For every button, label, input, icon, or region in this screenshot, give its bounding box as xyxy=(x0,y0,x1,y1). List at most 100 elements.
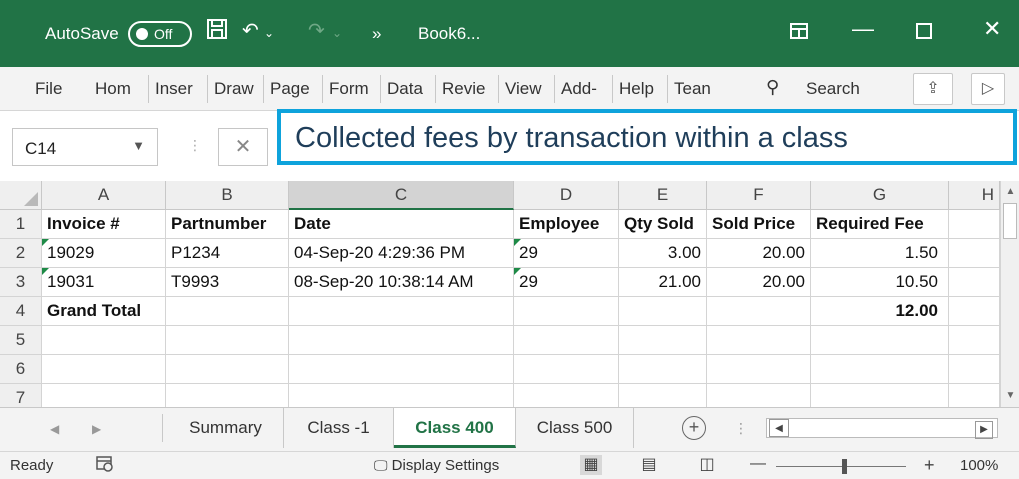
cell-b3[interactable]: T9993 xyxy=(166,268,289,297)
cell-e1[interactable]: Qty Sold xyxy=(619,210,707,239)
cell-a6[interactable] xyxy=(42,355,166,384)
comments-icon[interactable]: ▷ xyxy=(971,73,1005,105)
scroll-right-icon[interactable]: ▶ xyxy=(975,421,993,439)
column-header-b[interactable]: B xyxy=(166,181,289,210)
cell-b5[interactable] xyxy=(166,326,289,355)
ribbon-display-icon[interactable] xyxy=(790,22,808,46)
zoom-slider-thumb[interactable] xyxy=(842,459,847,474)
tab-help[interactable]: Help xyxy=(619,79,654,99)
sheet-tab-summary[interactable]: Summary xyxy=(168,408,284,448)
cell-a3[interactable]: 19031 xyxy=(42,268,166,297)
sheet-tab-class-1[interactable]: Class -1 xyxy=(284,408,394,448)
autosave-toggle[interactable]: Off xyxy=(128,21,192,47)
macro-record-icon[interactable] xyxy=(96,456,114,476)
prev-sheet-icon[interactable]: ◀ xyxy=(50,422,59,436)
cell-e5[interactable] xyxy=(619,326,707,355)
tab-view[interactable]: View xyxy=(505,79,542,99)
redo-icon[interactable]: ↷ xyxy=(308,18,325,43)
tab-split-grip-icon[interactable]: ⋮ xyxy=(734,420,748,437)
more-commands-icon[interactable]: » xyxy=(372,24,381,44)
save-icon[interactable] xyxy=(206,18,228,46)
cell-g5[interactable] xyxy=(811,326,949,355)
scroll-thumb[interactable] xyxy=(1003,203,1017,239)
chevron-down-icon[interactable]: ▼ xyxy=(132,138,145,153)
cell-e7[interactable] xyxy=(619,384,707,407)
scroll-down-icon[interactable]: ▼ xyxy=(1001,387,1019,405)
cell-e3[interactable]: 21.00 xyxy=(619,268,707,297)
cell-g6[interactable] xyxy=(811,355,949,384)
sheet-tab-class-400[interactable]: Class 400 xyxy=(394,408,516,448)
cell-d2[interactable]: 29 xyxy=(514,239,619,268)
cell-d5[interactable] xyxy=(514,326,619,355)
row-header[interactable]: 6 xyxy=(0,355,42,384)
cell-h3[interactable] xyxy=(949,268,1000,297)
column-header-h[interactable]: H xyxy=(949,181,1000,210)
cell-b1[interactable]: Partnumber xyxy=(166,210,289,239)
cell-d4[interactable] xyxy=(514,297,619,326)
cell-c2[interactable]: 04-Sep-20 4:29:36 PM xyxy=(289,239,514,268)
cell-f2[interactable]: 20.00 xyxy=(707,239,811,268)
cell-c3[interactable]: 08-Sep-20 10:38:14 AM xyxy=(289,268,514,297)
column-header-g[interactable]: G xyxy=(811,181,949,210)
vertical-scrollbar[interactable]: ▲ ▼ xyxy=(1000,181,1019,407)
column-header-d[interactable]: D xyxy=(514,181,619,210)
zoom-slider-track[interactable] xyxy=(776,466,906,467)
cell-g4[interactable]: 12.00 xyxy=(811,297,949,326)
cell-g1[interactable]: Required Fee xyxy=(811,210,949,239)
cell-e2[interactable]: 3.00 xyxy=(619,239,707,268)
zoom-in-icon[interactable]: + xyxy=(924,455,935,476)
page-break-view-icon[interactable]: ◫ xyxy=(696,455,718,475)
column-header-f[interactable]: F xyxy=(707,181,811,210)
display-settings-button[interactable]: 🖵 Display Settings xyxy=(374,457,499,474)
tab-home[interactable]: Hom xyxy=(95,79,131,99)
tab-add-ins[interactable]: Add- xyxy=(561,79,597,99)
tab-file[interactable]: File xyxy=(35,79,62,99)
maximize-icon[interactable] xyxy=(915,20,933,46)
cell-c6[interactable] xyxy=(289,355,514,384)
horizontal-scrollbar[interactable]: ◀ xyxy=(766,418,998,438)
close-icon[interactable]: ✕ xyxy=(983,16,1001,42)
zoom-level[interactable]: 100% xyxy=(960,457,998,474)
cell-h2[interactable] xyxy=(949,239,1000,268)
column-header-c[interactable]: C xyxy=(289,181,514,210)
cell-e6[interactable] xyxy=(619,355,707,384)
cell-h7[interactable] xyxy=(949,384,1000,407)
row-header[interactable]: 4 xyxy=(0,297,42,326)
row-header[interactable]: 1 xyxy=(0,210,42,239)
cell-a5[interactable] xyxy=(42,326,166,355)
row-header[interactable]: 2 xyxy=(0,239,42,268)
cell-a4[interactable]: Grand Total xyxy=(42,297,166,326)
zoom-out-icon[interactable]: — xyxy=(750,455,766,473)
add-sheet-icon[interactable]: + xyxy=(682,416,706,440)
cancel-entry-button[interactable]: ✕ xyxy=(218,128,268,166)
cell-b4[interactable] xyxy=(166,297,289,326)
tab-insert[interactable]: Inser xyxy=(155,79,193,99)
sheet-tab-class-500[interactable]: Class 500 xyxy=(516,408,634,448)
cell-f1[interactable]: Sold Price xyxy=(707,210,811,239)
cell-g2[interactable]: 1.50 xyxy=(811,239,949,268)
search-icon[interactable]: ⚲ xyxy=(766,77,779,98)
name-box[interactable]: C14 ▼ xyxy=(12,128,158,166)
page-layout-view-icon[interactable]: ▤ xyxy=(638,455,660,475)
redo-dropdown-icon[interactable]: ⌄ xyxy=(332,26,342,40)
cell-f4[interactable] xyxy=(707,297,811,326)
row-header[interactable]: 3 xyxy=(0,268,42,297)
cell-a2[interactable]: 19029 xyxy=(42,239,166,268)
cell-c1[interactable]: Date xyxy=(289,210,514,239)
select-all-corner[interactable] xyxy=(0,181,42,210)
cell-f5[interactable] xyxy=(707,326,811,355)
normal-view-icon[interactable]: ▦ xyxy=(580,455,602,475)
cell-e4[interactable] xyxy=(619,297,707,326)
cell-a7[interactable] xyxy=(42,384,166,407)
cell-d6[interactable] xyxy=(514,355,619,384)
cell-d1[interactable]: Employee xyxy=(514,210,619,239)
scroll-up-icon[interactable]: ▲ xyxy=(1001,183,1019,201)
cell-h1[interactable] xyxy=(949,210,1000,239)
undo-dropdown-icon[interactable]: ⌄ xyxy=(264,26,274,40)
workbook-name[interactable]: Book6... xyxy=(418,24,480,44)
scroll-left-icon[interactable]: ◀ xyxy=(769,419,789,437)
row-header[interactable]: 7 xyxy=(0,384,42,407)
column-header-e[interactable]: E xyxy=(619,181,707,210)
cell-f6[interactable] xyxy=(707,355,811,384)
minimize-icon[interactable]: — xyxy=(852,16,874,42)
